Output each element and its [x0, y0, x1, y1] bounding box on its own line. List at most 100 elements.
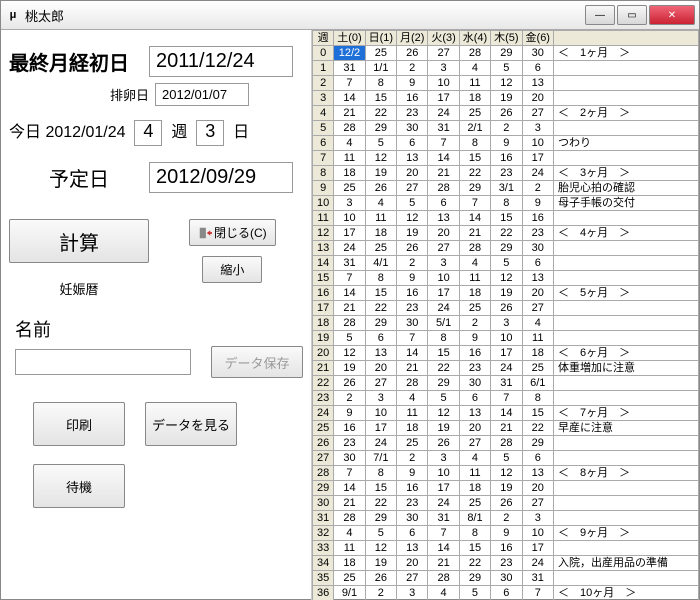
week-number: 26	[313, 436, 334, 451]
week-number: 25	[313, 421, 334, 436]
week-note	[554, 61, 699, 76]
minimize-button[interactable]: —	[585, 5, 615, 25]
ovulation-label: 排卵日	[9, 85, 155, 104]
day-cell: 29	[365, 316, 396, 331]
week-number: 33	[313, 541, 334, 556]
day-cell: 5	[365, 136, 396, 151]
day-cell: 13	[522, 466, 553, 481]
day-cell: 26	[428, 436, 459, 451]
day-cell: 8	[459, 136, 490, 151]
day-cell: 12	[491, 271, 522, 286]
day-cell: 6/1	[522, 376, 553, 391]
day-cell: 19	[491, 286, 522, 301]
day-cell: 2	[397, 451, 428, 466]
day-cell: 18	[334, 556, 365, 571]
week-number: 12	[313, 226, 334, 241]
day-cell: 9	[397, 76, 428, 91]
day-cell: 27	[428, 241, 459, 256]
day-cell: 2	[365, 586, 396, 600]
day-cell: 5	[491, 61, 522, 76]
day-cell: 20	[428, 226, 459, 241]
day-cell: 25	[397, 436, 428, 451]
week-note: ＜ 9ヶ月 ＞	[554, 526, 699, 541]
day-cell: 1/1	[365, 61, 396, 76]
day-cell: 19	[365, 166, 396, 181]
day-cell: 22	[428, 361, 459, 376]
week-number: 34	[313, 556, 334, 571]
week-note	[554, 76, 699, 91]
day-cell: 22	[491, 226, 522, 241]
day-cell: 10	[334, 211, 365, 226]
day-cell: 15	[365, 286, 396, 301]
col-header: 木(5)	[491, 31, 522, 46]
day-cell: 15	[491, 211, 522, 226]
name-input[interactable]	[15, 349, 191, 375]
due-value[interactable]: 2012/09/29	[149, 162, 293, 193]
day-cell: 17	[522, 541, 553, 556]
app-icon: μ	[5, 7, 21, 23]
close-button[interactable]: 閉じる(C)	[189, 219, 276, 246]
day-cell: 27	[428, 46, 459, 61]
day-cell: 12	[365, 151, 396, 166]
day-cell: 23	[397, 106, 428, 121]
week-number: 20	[313, 346, 334, 361]
ovulation-value[interactable]: 2012/01/07	[155, 83, 249, 106]
day-cell: 19	[428, 421, 459, 436]
week-value[interactable]: 4	[134, 120, 162, 146]
week-note	[554, 121, 699, 136]
day-cell: 6	[428, 196, 459, 211]
day-cell: 22	[459, 556, 490, 571]
day-cell: 7	[428, 136, 459, 151]
day-cell: 6	[491, 586, 522, 600]
shrink-button[interactable]: 縮小	[202, 256, 262, 283]
day-cell: 2/1	[459, 121, 490, 136]
day-cell: 23	[459, 361, 490, 376]
week-number: 15	[313, 271, 334, 286]
day-cell: 31	[522, 571, 553, 586]
maximize-button[interactable]: ▭	[617, 5, 647, 25]
day-cell: 23	[522, 226, 553, 241]
day-cell: 10	[365, 406, 396, 421]
day-cell: 24	[491, 361, 522, 376]
week-note	[554, 496, 699, 511]
print-button[interactable]: 印刷	[33, 402, 125, 446]
week-note: 体重増加に注意	[554, 361, 699, 376]
day-cell: 30	[522, 46, 553, 61]
save-button[interactable]: データ保存	[211, 346, 303, 378]
week-number: 21	[313, 361, 334, 376]
lmp-value[interactable]: 2011/12/24	[149, 46, 293, 77]
day-cell: 22	[522, 421, 553, 436]
day-cell: 28	[334, 316, 365, 331]
day-cell: 23	[334, 436, 365, 451]
day-cell: 16	[522, 211, 553, 226]
wait-button[interactable]: 待機	[33, 464, 125, 508]
col-header	[554, 31, 699, 46]
day-cell: 20	[522, 481, 553, 496]
day-cell: 19	[365, 556, 396, 571]
calc-button[interactable]: 計算	[9, 219, 149, 263]
week-note	[554, 511, 699, 526]
day-cell: 7	[334, 466, 365, 481]
close-window-button[interactable]: ✕	[649, 5, 695, 25]
day-value[interactable]: 3	[196, 120, 224, 146]
day-cell: 31	[428, 121, 459, 136]
day-cell: 4	[365, 196, 396, 211]
day-cell: 10	[428, 466, 459, 481]
week-note: ＜ 2ヶ月 ＞	[554, 106, 699, 121]
calendar-pane[interactable]: 週土(0)日(1)月(2)火(3)水(4)木(5)金(6) 012/225262…	[311, 30, 699, 600]
day-cell: 29	[459, 181, 490, 196]
day-cell: 19	[334, 361, 365, 376]
week-number: 30	[313, 496, 334, 511]
day-cell: 22	[365, 496, 396, 511]
day-cell: 29	[491, 46, 522, 61]
week-number: 18	[313, 316, 334, 331]
day-cell: 14	[334, 286, 365, 301]
day-cell: 7	[334, 76, 365, 91]
view-data-button[interactable]: データを見る	[145, 402, 237, 446]
week-number: 29	[313, 481, 334, 496]
day-cell: 16	[397, 481, 428, 496]
week-note: ＜ 6ヶ月 ＞	[554, 346, 699, 361]
col-header: 水(4)	[459, 31, 490, 46]
day-cell: 5	[428, 391, 459, 406]
week-note: 入院，出産用品の準備	[554, 556, 699, 571]
